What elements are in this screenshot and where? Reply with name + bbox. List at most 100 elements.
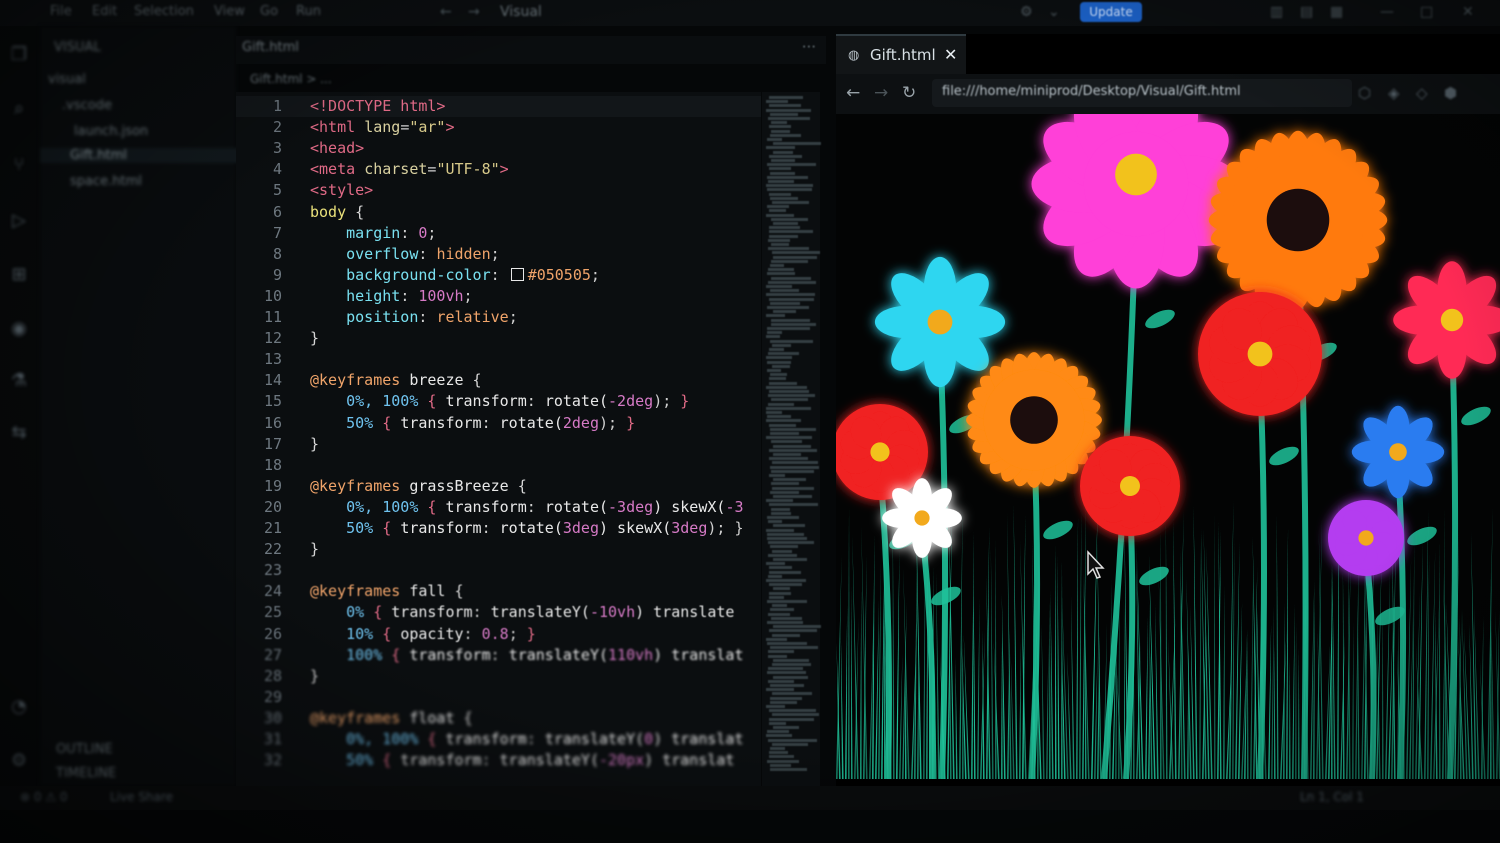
maximize-icon[interactable]: □ — [1420, 4, 1433, 20]
page-canvas[interactable] — [836, 114, 1500, 779]
outline-section[interactable]: OUTLINE — [56, 742, 113, 757]
layout-icon[interactable]: ▥ — [1270, 4, 1283, 20]
code-token: { — [373, 624, 401, 643]
minimap-line — [771, 243, 789, 246]
extension-icon[interactable]: ⬢ — [1444, 84, 1457, 102]
code-token: } — [310, 329, 320, 348]
minimap-line — [767, 306, 809, 309]
grass-blade — [1123, 601, 1126, 779]
color-swatch[interactable] — [510, 267, 524, 281]
breadcrumb[interactable]: Gift.html > ... — [250, 72, 332, 86]
menu-view[interactable]: View — [214, 4, 245, 19]
account-icon[interactable]: ◔ — [6, 696, 32, 718]
minimize-icon[interactable]: — — [1380, 4, 1394, 20]
minimap-line — [772, 633, 800, 637]
grass-blade — [1271, 604, 1275, 779]
tab-gift-html[interactable]: Gift.html — [242, 40, 299, 55]
code-text: height: 100vh; — [310, 286, 472, 307]
code-token: ); — [599, 413, 627, 432]
live-share-icon[interactable]: ⇆ — [6, 422, 32, 444]
folder-vscode[interactable]: .vscode — [62, 98, 112, 113]
file-gift-html[interactable]: Gift.html — [40, 148, 260, 163]
code-token: rotate( — [544, 392, 609, 411]
flower — [874, 256, 1006, 388]
code-text: @keyframes breeze { — [310, 370, 482, 391]
run-debug-icon[interactable]: ▷ — [6, 210, 32, 232]
code-text: overflow: hidden; — [310, 244, 500, 265]
extension-icon[interactable]: ⬡ — [1358, 84, 1371, 102]
minimap-line — [772, 251, 820, 255]
layout-icon[interactable]: ▤ — [1300, 4, 1313, 20]
search-icon[interactable]: ⌕ — [6, 98, 32, 120]
status-bar: ⊗ 0 ⚠ 0 Live Share Ln 1, Col 1 — [0, 786, 1500, 810]
file-launch-json[interactable]: launch.json — [74, 124, 148, 139]
line-number: 4 — [272, 160, 282, 179]
browser-toolbar: ← → ↻ file:///home/miniprod/Desktop/Visu… — [836, 74, 1500, 114]
grass-blade — [1158, 574, 1165, 779]
flower — [1351, 405, 1445, 499]
grass-blade — [1091, 500, 1098, 779]
settings-gear-icon[interactable]: ⚙ — [6, 750, 32, 772]
update-button[interactable]: Update — [1080, 2, 1142, 22]
code-token: : — [526, 497, 545, 516]
timeline-section[interactable]: TIMELINE — [56, 766, 116, 781]
minimap-line — [771, 482, 799, 486]
code-editor[interactable]: 1 <!DOCTYPE html> 2 <html lang="ar"> 3 <head>… — [236, 92, 761, 786]
back-arrow-icon[interactable]: ← — [440, 4, 452, 20]
live-share-status[interactable]: Live Share — [110, 790, 173, 804]
address-bar[interactable]: file:///home/miniprod/Desktop/Visual/Gif… — [932, 79, 1352, 107]
remote-icon[interactable]: ◉ — [6, 318, 32, 340]
extension-icon[interactable]: ◈ — [1388, 84, 1400, 102]
menu-go[interactable]: Go — [260, 4, 278, 19]
minimap-line — [769, 154, 802, 158]
grass-blade — [1071, 595, 1075, 779]
minimap-line — [770, 545, 798, 549]
minimap-line — [773, 453, 801, 456]
minimap-line — [768, 738, 817, 742]
close-window-icon[interactable]: ✕ — [1462, 4, 1474, 20]
flower — [1031, 114, 1241, 289]
chevron-down-icon[interactable]: ⌄ — [1048, 4, 1060, 20]
close-icon[interactable]: ✕ — [944, 45, 957, 64]
code-text: <html lang="ar"> — [310, 117, 455, 138]
forward-icon[interactable]: → — [874, 83, 888, 103]
grass-blade — [896, 549, 900, 779]
browser-tab[interactable]: ◍ Gift.html ✕ — [836, 34, 966, 76]
source-control-icon[interactable]: ⑂ — [6, 154, 32, 176]
menu-edit[interactable]: Edit — [92, 4, 117, 19]
code-token: transform — [409, 645, 491, 664]
extension-icon[interactable]: ◇ — [1416, 84, 1428, 102]
menu-selection[interactable]: Selection — [134, 4, 194, 19]
explorer-icon[interactable]: ❐ — [6, 44, 32, 66]
problems-count[interactable]: ⊗ 0 ⚠ 0 — [20, 790, 68, 804]
reload-icon[interactable]: ↻ — [902, 83, 916, 103]
menu-run[interactable]: Run — [296, 4, 321, 19]
folder-visual[interactable]: visual — [48, 72, 86, 87]
code-text: 0% { transform: translateY(-10vh) transl… — [310, 602, 734, 623]
testing-icon[interactable]: ⚗ — [6, 370, 32, 392]
grass-blade — [872, 534, 875, 779]
cursor-position[interactable]: Ln 1, Col 1 — [1300, 790, 1364, 804]
forward-arrow-icon[interactable]: → — [468, 4, 480, 20]
copilot-icon[interactable]: ⚙ — [1020, 4, 1033, 20]
grass-blade — [892, 517, 895, 779]
minimap-line — [767, 205, 789, 209]
back-icon[interactable]: ← — [846, 83, 860, 103]
code-text: } — [310, 328, 319, 349]
minimap[interactable] — [762, 92, 821, 786]
extensions-icon[interactable]: ⊞ — [6, 264, 32, 286]
grass-blade — [955, 657, 958, 779]
minimap-line — [769, 503, 818, 507]
grass-blade — [1332, 564, 1336, 779]
file-space-html[interactable]: space.html — [70, 174, 142, 189]
layout-icon[interactable]: ▦ — [1330, 4, 1343, 20]
minimap-line — [770, 289, 799, 293]
menu-file[interactable]: File — [50, 4, 72, 19]
code-line[interactable]: 1 <!DOCTYPE html> — [236, 96, 761, 117]
more-actions-icon[interactable]: ··· — [802, 38, 816, 56]
code-token: ; — [490, 244, 500, 263]
line-number: 22 — [263, 540, 282, 559]
grass-blade — [973, 595, 976, 779]
minimap-line — [770, 763, 791, 767]
minimap-line — [773, 444, 811, 448]
